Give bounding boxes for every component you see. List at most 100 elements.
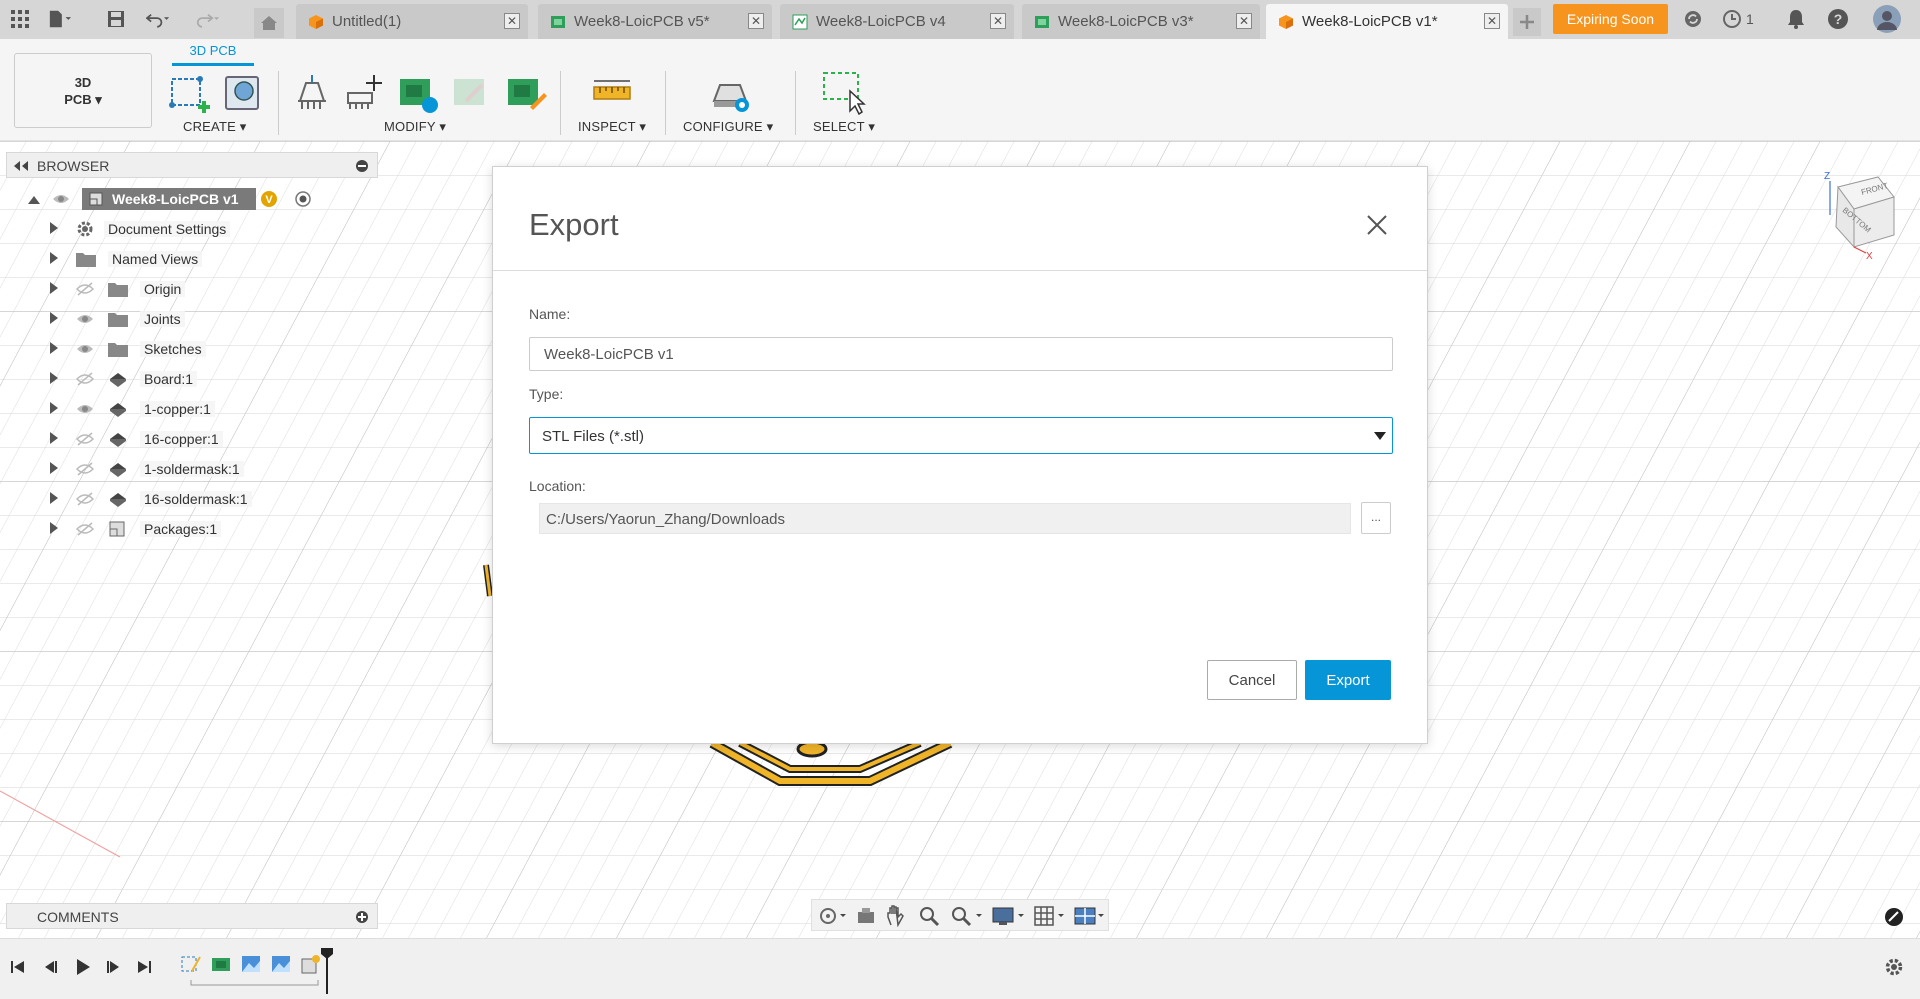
browser-item-16-soldermask[interactable]: 16-soldermask:1	[46, 487, 306, 511]
chevron-down-icon[interactable]	[1368, 418, 1392, 453]
close-icon[interactable]	[1365, 213, 1389, 237]
tab-week8-v3[interactable]: Week8-LoicPCB v3* ✕	[1022, 4, 1260, 39]
browser-item-document-settings[interactable]: Document Settings	[46, 217, 306, 241]
browser-item-origin[interactable]: Origin	[46, 277, 306, 301]
timeline-component-icon[interactable]	[300, 953, 322, 975]
save-icon[interactable]	[104, 7, 128, 31]
expand-toggle-icon[interactable]	[50, 432, 58, 444]
timeline-sketch-icon[interactable]	[180, 953, 202, 975]
timeline-marker-handle[interactable]	[320, 947, 334, 995]
step-back-icon[interactable]	[42, 959, 58, 975]
browser-item-1-copper[interactable]: 1-copper:1	[46, 397, 306, 421]
visibility-hidden-icon[interactable]	[76, 462, 94, 476]
modify-menu[interactable]: MODIFY ▾	[384, 119, 446, 135]
visibility-eye-icon[interactable]	[76, 312, 94, 326]
browser-item-named-views[interactable]: Named Views	[46, 247, 306, 271]
view-cube[interactable]: FRONT BOTTOM Z X	[1808, 167, 1900, 262]
file-menu-icon[interactable]	[48, 7, 72, 31]
tab-week8-v4[interactable]: Week8-LoicPCB v4 ✕	[780, 4, 1014, 39]
push-to-board-icon[interactable]	[396, 71, 440, 115]
timeline-board-icon[interactable]	[210, 953, 232, 975]
feedback-icon[interactable]	[1884, 907, 1904, 927]
select-menu[interactable]: SELECT ▾	[813, 119, 875, 135]
expand-toggle-icon[interactable]	[50, 462, 58, 474]
look-at-icon[interactable]	[856, 906, 876, 926]
new-tab-icon[interactable]	[1513, 8, 1541, 36]
visibility-hidden-icon[interactable]	[76, 432, 94, 446]
timeline-settings-gear-icon[interactable]	[1884, 957, 1904, 977]
create-sketch-icon[interactable]	[168, 71, 212, 115]
move-package-icon[interactable]	[340, 71, 384, 115]
grid-settings-icon[interactable]	[1034, 905, 1068, 927]
add-comment-icon[interactable]	[355, 910, 369, 924]
browser-item-joints[interactable]: Joints	[46, 307, 306, 331]
package-icon[interactable]	[290, 71, 334, 115]
minimize-panel-icon[interactable]	[355, 159, 369, 173]
expand-toggle-icon[interactable]	[50, 222, 58, 234]
insert-derive-icon[interactable]	[220, 71, 264, 115]
orbit-icon[interactable]	[818, 906, 848, 926]
workspace-switcher[interactable]: 3D PCB ▾	[14, 53, 152, 128]
edit-board-icon[interactable]	[504, 71, 548, 115]
browser-item-16-copper[interactable]: 16-copper:1	[46, 427, 306, 451]
visibility-hidden-icon[interactable]	[76, 492, 94, 506]
user-avatar-icon[interactable]	[1872, 4, 1902, 34]
close-tab-icon[interactable]: ✕	[504, 13, 520, 29]
visibility-hidden-icon[interactable]	[76, 282, 94, 296]
browser-item-board[interactable]: Board:1	[46, 367, 306, 391]
expand-toggle-icon[interactable]	[28, 196, 40, 204]
expand-toggle-icon[interactable]	[50, 252, 58, 264]
notifications-bell-icon[interactable]	[1784, 7, 1808, 31]
zoom-icon[interactable]	[918, 905, 940, 927]
expand-toggle-icon[interactable]	[50, 312, 58, 324]
expand-toggle-icon[interactable]	[50, 402, 58, 414]
expand-toggle-icon[interactable]	[50, 372, 58, 384]
step-forward-icon[interactable]	[106, 959, 122, 975]
go-to-start-icon[interactable]	[10, 959, 26, 975]
app-grid-icon[interactable]	[8, 7, 32, 31]
redo-icon[interactable]	[196, 7, 220, 31]
browser-item-sketches[interactable]: Sketches	[46, 337, 306, 361]
root-component-chip[interactable]: Week8-LoicPCB v1	[82, 188, 256, 210]
visibility-eye-icon[interactable]	[52, 192, 70, 206]
location-field[interactable]: C:/Users/Yaorun_Zhang/Downloads	[539, 503, 1351, 534]
play-icon[interactable]	[74, 958, 92, 976]
zoom-window-icon[interactable]	[950, 905, 984, 927]
close-tab-icon[interactable]: ✕	[990, 13, 1006, 29]
browse-location-button[interactable]: ...	[1361, 502, 1391, 534]
tab-3d-pcb[interactable]: 3D PCB	[172, 43, 254, 58]
close-tab-icon[interactable]: ✕	[1484, 13, 1500, 29]
tab-untitled[interactable]: Untitled(1) ✕	[296, 4, 528, 39]
visibility-eye-icon[interactable]	[76, 402, 94, 416]
configure-menu[interactable]: CONFIGURE ▾	[683, 119, 773, 135]
visibility-hidden-icon[interactable]	[76, 372, 94, 386]
comments-panel-header[interactable]: COMMENTS	[6, 903, 378, 929]
browser-item-packages[interactable]: Packages:1	[46, 517, 306, 541]
type-select[interactable]: STL Files (*.stl)	[529, 417, 1393, 454]
browser-item-1-soldermask[interactable]: 1-soldermask:1	[46, 457, 306, 481]
tab-week8-v5[interactable]: Week8-LoicPCB v5* ✕	[538, 4, 772, 39]
job-status-icon[interactable]: 1	[1722, 7, 1762, 31]
pan-hand-icon[interactable]	[886, 905, 906, 927]
expiring-soon-button[interactable]: Expiring Soon	[1553, 4, 1668, 34]
go-to-end-icon[interactable]	[136, 959, 152, 975]
expand-toggle-icon[interactable]	[50, 522, 58, 534]
browser-panel-header[interactable]: BROWSER	[6, 152, 378, 178]
measure-icon[interactable]	[590, 71, 634, 115]
viewports-icon[interactable]	[1074, 905, 1108, 927]
expand-toggle-icon[interactable]	[50, 492, 58, 504]
collapse-panel-icon[interactable]	[13, 161, 29, 171]
activate-radio-icon[interactable]	[294, 190, 312, 208]
inspect-menu[interactable]: INSPECT ▾	[578, 119, 646, 135]
close-tab-icon[interactable]: ✕	[1236, 13, 1252, 29]
expand-toggle-icon[interactable]	[50, 282, 58, 294]
visibility-hidden-icon[interactable]	[76, 522, 94, 536]
name-field[interactable]: Week8-LoicPCB v1	[529, 337, 1393, 371]
display-settings-icon[interactable]	[992, 905, 1026, 927]
tab-week8-v1[interactable]: Week8-LoicPCB v1* ✕	[1266, 4, 1508, 39]
visibility-eye-icon[interactable]	[76, 342, 94, 356]
configure-icon[interactable]	[708, 71, 752, 115]
help-icon[interactable]: ?	[1826, 7, 1850, 31]
browser-root-row[interactable]: Week8-LoicPCB v1 V	[26, 188, 326, 212]
version-badge-icon[interactable]: V	[260, 190, 278, 208]
